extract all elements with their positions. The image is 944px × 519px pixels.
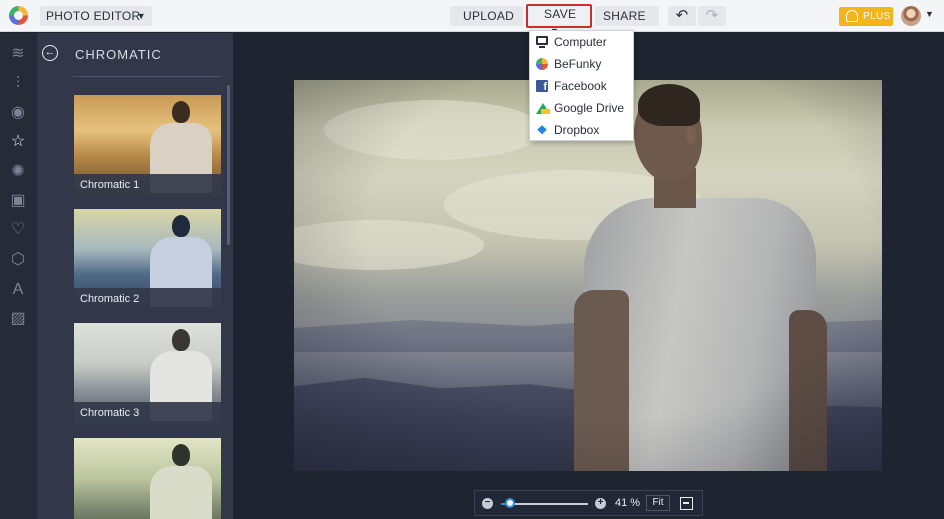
zoom-controls: − + 41 % Fit (474, 490, 703, 516)
plus-label: PLUS (863, 11, 891, 22)
facebook-icon: f (536, 80, 548, 93)
computer-icon (536, 36, 548, 48)
effects-panel: ← CHROMATIC Chromatic 1 Chromatic 2 Chro… (37, 33, 233, 519)
thumbnail-figure (172, 444, 190, 466)
panel-divider (73, 76, 221, 77)
heart-icon[interactable]: ♡ (9, 221, 27, 239)
effect-thumbnail-chromatic-3[interactable]: Chromatic 3 (74, 323, 221, 424)
zoom-out-icon[interactable]: − (482, 498, 493, 509)
panel-title: CHROMATIC (75, 47, 162, 62)
thumbnail-image (74, 438, 221, 519)
save-menu-item-label: Facebook (554, 79, 607, 93)
thumbnail-figure (172, 329, 190, 351)
plus-badge-icon (846, 10, 858, 22)
avatar[interactable] (901, 6, 921, 26)
effect-thumbnail-chromatic-1[interactable]: Chromatic 1 (74, 95, 221, 196)
google-drive-icon (536, 103, 550, 114)
zoom-level-readout: 41 % (615, 497, 641, 509)
share-button[interactable]: SHARE ▼ (595, 6, 659, 42)
undo-icon: ↶ (675, 7, 689, 24)
tool-rail: ≋ ⫶ ◉ ☆ ✺ ▣ ♡ ⬡ A ▨ (0, 33, 37, 519)
fullscreen-icon[interactable] (680, 497, 693, 510)
editor-mode-label: PHOTO EDITOR (46, 9, 141, 23)
thumbnail-figure (150, 466, 212, 519)
text-icon[interactable]: A (9, 281, 27, 299)
chevron-down-icon: ▼ (136, 11, 146, 21)
save-menu-item-befunky[interactable]: BeFunky (530, 53, 633, 75)
save-menu-item-label: Dropbox (554, 123, 600, 137)
effect-thumbnail-chromatic-2[interactable]: Chromatic 2 (74, 209, 221, 310)
befunky-logo[interactable] (9, 6, 28, 25)
thumbnail-figure (172, 215, 190, 237)
save-button[interactable]: SAVE ▼ (526, 4, 592, 36)
eye-icon[interactable]: ◉ (9, 104, 27, 122)
texture-icon[interactable]: ▨ (9, 310, 27, 328)
effect-thumbnail-chromatic-4[interactable] (74, 438, 221, 519)
zoom-in-icon[interactable]: + (595, 498, 606, 509)
befunky-icon (536, 58, 548, 70)
thumbnail-label: Chromatic 2 (74, 288, 221, 310)
frame-icon[interactable]: ▣ (9, 192, 27, 210)
save-label: SAVE (544, 7, 577, 21)
redo-icon: ↷ (705, 7, 719, 24)
upload-button[interactable]: UPLOAD ▼ (450, 6, 523, 42)
save-menu-item-label: Google Drive (554, 101, 625, 115)
thumbnail-figure (172, 101, 190, 123)
chevron-down-icon[interactable]: ▼ (925, 9, 934, 19)
redo-button[interactable]: ↷ (698, 6, 726, 26)
badge-icon[interactable]: ✺ (9, 163, 27, 181)
save-menu-item-label: BeFunky (554, 57, 602, 71)
adjust-sliders-icon[interactable]: ⫶ (9, 75, 27, 93)
back-arrow-icon[interactable]: ← (42, 45, 58, 61)
save-menu-item-label: Computer (554, 35, 607, 49)
thumbnail-label: Chromatic 3 (74, 402, 221, 424)
save-menu-item-computer[interactable]: Computer (530, 31, 633, 53)
layers-icon[interactable]: ≋ (9, 45, 27, 63)
panel-scrollbar[interactable] (227, 85, 230, 245)
thumbnail-label: Chromatic 1 (74, 174, 221, 196)
top-toolbar: PHOTO EDITOR ▼ UPLOAD ▼ SAVE ▼ SHARE ▼ ↶… (0, 0, 944, 42)
zoom-slider-handle[interactable] (504, 498, 515, 508)
save-menu-item-facebook[interactable]: f Facebook (530, 75, 633, 97)
shape-icon[interactable]: ⬡ (9, 251, 27, 269)
upload-label: UPLOAD (463, 9, 515, 23)
save-dropdown-menu: Computer BeFunky f Facebook Google Drive… (529, 30, 634, 141)
undo-button[interactable]: ↶ (668, 6, 696, 26)
save-menu-item-google-drive[interactable]: Google Drive (530, 97, 633, 119)
plus-upgrade-button[interactable]: PLUS (839, 7, 893, 26)
fit-button[interactable]: Fit (646, 495, 670, 511)
editor-mode-select[interactable]: PHOTO EDITOR ▼ (40, 6, 152, 26)
share-label: SHARE (603, 9, 646, 23)
dropbox-icon: ❖ (536, 123, 548, 137)
save-menu-item-dropbox[interactable]: ❖ Dropbox (530, 119, 633, 141)
star-icon[interactable]: ☆ (9, 133, 27, 151)
